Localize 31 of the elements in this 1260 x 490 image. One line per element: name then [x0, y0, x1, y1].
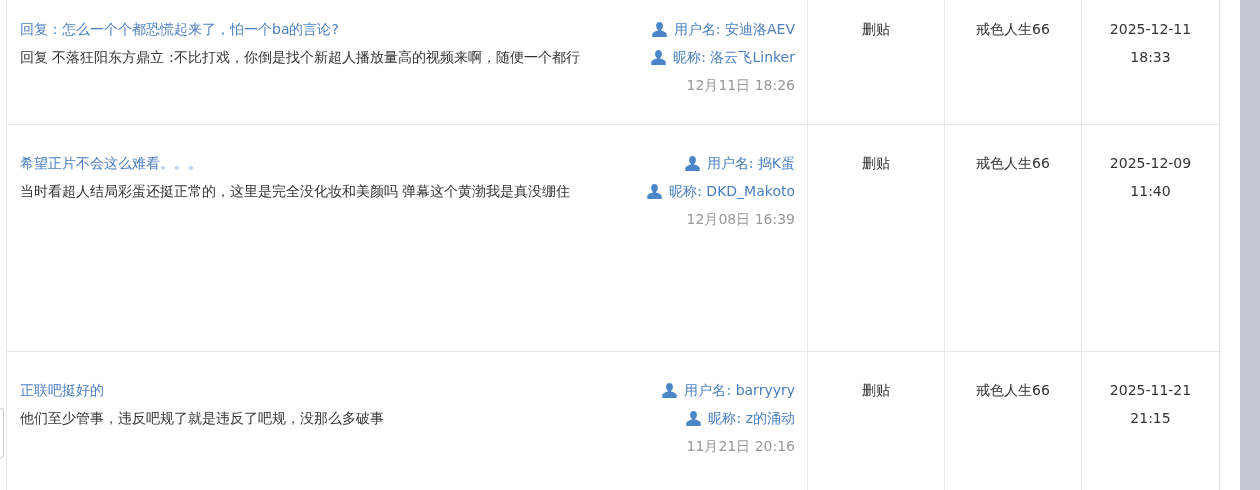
- username-link[interactable]: 用户名: 捣K蛋: [706, 149, 795, 177]
- post-time: 12月11日 18:26: [686, 76, 795, 95]
- operator-name: 戒色人生66: [976, 20, 1050, 39]
- scrollbar[interactable]: [1240, 0, 1260, 490]
- post-title-link[interactable]: 回复：怎么一个个都恐慌起来了，怕一个ba的言论?: [20, 15, 339, 43]
- username-link[interactable]: 用户名: 安迪洛AEV: [673, 15, 795, 43]
- operation-time: 2025-11-21 21:15: [1108, 381, 1193, 428]
- person-icon: [650, 48, 668, 66]
- operation-time: 2025-12-09 11:40: [1108, 154, 1193, 201]
- action-text: 删贴: [862, 20, 890, 39]
- post-title-link[interactable]: 正联吧挺好的: [20, 376, 104, 404]
- post-time: 11月21日 20:16: [686, 437, 795, 456]
- person-icon: [685, 409, 703, 427]
- action-text: 删贴: [862, 154, 890, 173]
- person-icon: [661, 381, 679, 399]
- nickname-link[interactable]: 昵称: DKD_Makoto: [669, 177, 795, 205]
- post-body-text: 当时看超人结局彩蛋还挺正常的，这里是完全没化妆和美颜吗 弹幕这个黄渤我是真没绷住: [20, 182, 571, 201]
- post-title-link[interactable]: 希望正片不会这么难看。。。: [20, 149, 202, 177]
- person-icon: [646, 182, 664, 200]
- operation-time: 2025-12-11 18:33: [1108, 20, 1193, 67]
- person-icon: [650, 20, 668, 38]
- operator-name: 戒色人生66: [976, 154, 1050, 173]
- nickname-link[interactable]: 昵称: z的涌动: [708, 404, 795, 432]
- action-text: 删贴: [862, 381, 890, 400]
- person-icon: [683, 154, 701, 172]
- username-link[interactable]: 用户名: barryyry: [684, 376, 795, 404]
- nickname-link[interactable]: 昵称: 洛云飞Linker: [673, 43, 795, 71]
- post-body-text: 回复 不落狂阳东方鼎立 :不比打戏，你倒是找个新超人播放量高的视频来啊，随便一个都行: [20, 48, 580, 67]
- post-body-text: 他们至少管事，违反吧规了就是违反了吧规，没那么多破事: [20, 409, 384, 428]
- operator-name: 戒色人生66: [976, 381, 1050, 400]
- post-time: 12月08日 16:39: [686, 210, 795, 229]
